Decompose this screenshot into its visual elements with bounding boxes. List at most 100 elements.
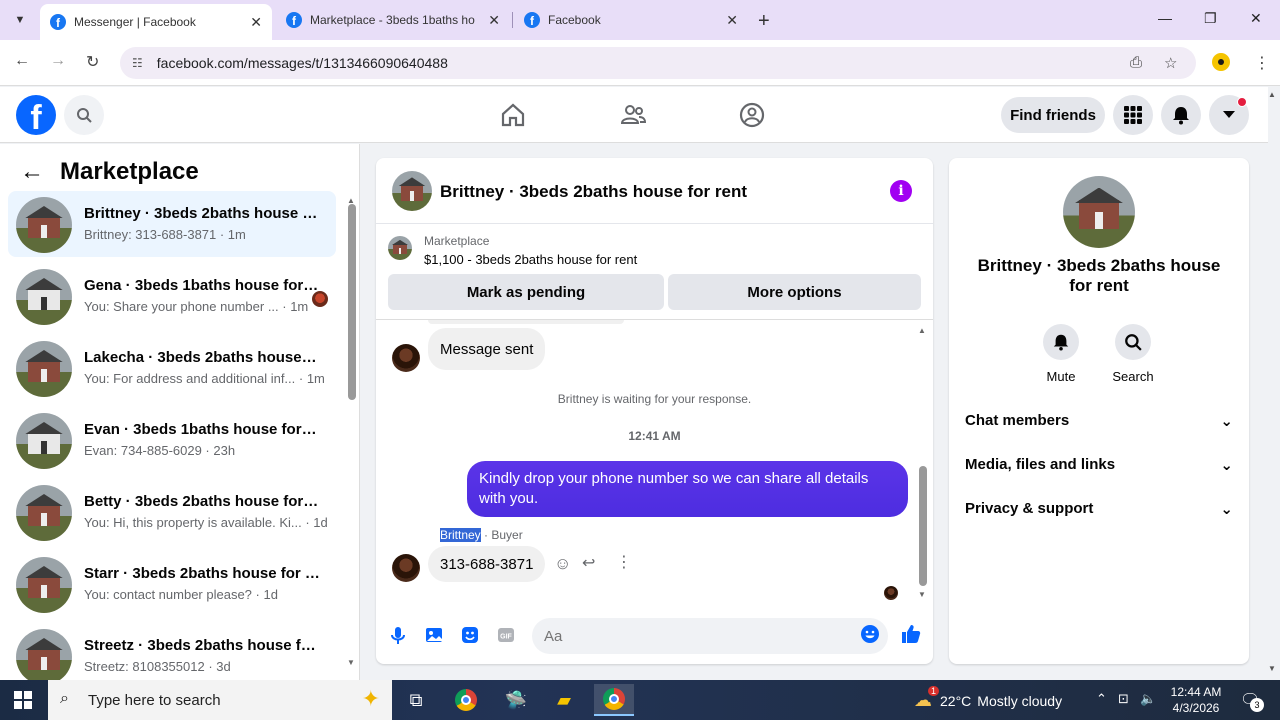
reload-icon[interactable]: ↻	[86, 52, 99, 72]
chat-title[interactable]: Brittney · 3beds 2baths house for rent	[440, 182, 747, 202]
page-scroll-up-icon[interactable]: ▲	[1268, 90, 1276, 99]
media-files-section[interactable]: Media, files and links ⌄	[965, 456, 1233, 474]
tab-messenger[interactable]: f Messenger | Facebook ✕	[40, 4, 272, 40]
emoji-icon[interactable]	[860, 624, 880, 644]
back-arrow-icon[interactable]: ←	[20, 158, 44, 186]
microphone-icon[interactable]	[388, 625, 408, 645]
reply-icon[interactable]: ↩	[582, 553, 595, 573]
url-bar[interactable]: ☷ facebook.com/messages/t/13134660906404…	[120, 47, 1196, 79]
conversation-item-evan[interactable]: Evan · 3beds 1baths house for rent Evan:…	[8, 407, 336, 473]
minimize-icon[interactable]: —	[1158, 10, 1172, 26]
browser-menu-icon[interactable]: ⋮	[1254, 53, 1270, 73]
taskbar-clock[interactable]: 12:44 AM 4/3/2026	[1160, 684, 1232, 716]
conversation-preview: Brittney: 313-688-3871 · 1m	[84, 227, 246, 242]
conversation-item-gena[interactable]: Gena · 3beds 1baths house for rent You: …	[8, 263, 336, 329]
chrome-profile-icon[interactable]	[446, 684, 486, 716]
find-friends-button[interactable]: Find friends	[1001, 97, 1105, 133]
chat-scrollbar[interactable]: ▲ ▼	[918, 326, 928, 599]
message-bubble-incoming[interactable]: Message sent	[428, 328, 546, 370]
gif-icon[interactable]: GIF	[496, 625, 516, 645]
menu-grid-button[interactable]	[1113, 95, 1153, 135]
avatar[interactable]	[392, 344, 420, 372]
waiting-notice: Brittney is waiting for your response.	[557, 392, 752, 406]
avatar[interactable]	[392, 554, 420, 582]
conversation-item-lakecha[interactable]: Lakecha · 3beds 2baths house for rent Yo…	[8, 335, 336, 401]
message-input[interactable]	[532, 618, 888, 654]
conversation-item-brittney[interactable]: Brittney · 3beds 2baths house for rent B…	[8, 191, 336, 257]
page-scroll-down-icon[interactable]: ▼	[1268, 664, 1276, 673]
search-icon: ⌕	[60, 690, 69, 707]
info-icon[interactable]: i	[890, 180, 912, 202]
site-info-icon[interactable]: ☷	[132, 56, 143, 70]
scrollbar-thumb[interactable]	[919, 466, 927, 586]
network-icon[interactable]: ⊡	[1118, 691, 1129, 707]
more-options-button[interactable]: More options	[668, 274, 921, 310]
back-icon[interactable]: ←	[14, 52, 30, 70]
install-app-icon[interactable]: ⎙	[1130, 54, 1142, 71]
home-icon[interactable]	[499, 101, 527, 129]
scroll-up-icon[interactable]: ▲	[918, 326, 926, 335]
conversation-preview: Evan: 734-885-6029 · 23h	[84, 443, 236, 458]
tab-title: Marketplace - 3beds 1baths ho	[310, 13, 475, 27]
chevron-up-icon[interactable]: ⌃	[1096, 691, 1107, 707]
scroll-down-icon[interactable]: ▼	[918, 590, 926, 599]
search-conversation-button[interactable]: Search	[1103, 324, 1163, 384]
notification-center-icon[interactable]: 🗨3	[1240, 690, 1264, 712]
facebook-favicon-icon: f	[50, 14, 66, 30]
more-actions-icon[interactable]: ⋮	[616, 552, 632, 572]
close-icon[interactable]: ✕	[726, 12, 738, 29]
close-icon[interactable]: ✕	[488, 12, 500, 29]
previous-bubble-edge	[428, 320, 624, 324]
avatar[interactable]	[392, 171, 432, 211]
tab-facebook[interactable]: f Facebook ✕	[514, 4, 748, 36]
avatar	[16, 557, 72, 613]
new-tab-button[interactable]: +	[758, 10, 770, 33]
restore-icon[interactable]: ❐	[1204, 10, 1217, 27]
windows-start-icon[interactable]	[14, 691, 32, 709]
tab-marketplace[interactable]: f Marketplace - 3beds 1baths ho ✕	[276, 4, 510, 36]
task-view-icon[interactable]: ⧉	[396, 684, 436, 716]
chrome-active-icon[interactable]	[594, 684, 634, 716]
privacy-support-section[interactable]: Privacy & support ⌄	[965, 500, 1233, 518]
listing-description[interactable]: $1,100 - 3beds 2baths house for rent	[424, 252, 637, 267]
section-label: Privacy & support	[965, 500, 1094, 517]
conversation-item-betty[interactable]: Betty · 3beds 2baths house for rent You:…	[8, 479, 336, 545]
notifications-button[interactable]	[1161, 95, 1201, 135]
mark-as-pending-button[interactable]: Mark as pending	[388, 274, 664, 310]
details-title: Brittney · 3beds 2baths house for rent	[977, 256, 1221, 295]
bell-icon	[1173, 107, 1189, 125]
extension-icon[interactable]	[1212, 53, 1230, 71]
react-icon[interactable]: ☺	[554, 554, 571, 574]
groups-icon[interactable]	[738, 101, 766, 129]
bookmark-star-icon[interactable]: ☆	[1164, 54, 1177, 72]
scrollbar-thumb[interactable]	[348, 204, 356, 400]
chevron-down-icon: ⌄	[1220, 457, 1233, 474]
file-explorer-icon[interactable]: ▰	[544, 684, 584, 716]
message-bubble-incoming[interactable]: 313-688-3871	[428, 546, 546, 582]
volume-icon[interactable]: 🔈	[1140, 691, 1156, 707]
taskbar-search[interactable]: ⌕ Type here to search ✦	[48, 680, 392, 720]
message-bubble-outgoing[interactable]: Kindly drop your phone number so we can …	[467, 461, 908, 517]
window-close-icon[interactable]: ✕	[1250, 10, 1262, 27]
scroll-down-icon[interactable]: ▼	[347, 658, 355, 667]
sidebar-scrollbar[interactable]: ▲ ▼	[347, 196, 357, 668]
avatar[interactable]	[1063, 176, 1135, 248]
windows-taskbar: ⌕ Type here to search ✦ ⧉ 🛸 ▰ ☁ 1 22°C M…	[0, 680, 1280, 720]
forward-icon[interactable]: →	[50, 52, 66, 70]
search-button[interactable]	[64, 95, 104, 135]
sticker-icon[interactable]	[460, 625, 480, 645]
message-timestamp: 12:41 AM	[628, 429, 681, 443]
weather-widget[interactable]: ☁ 1 22°C Mostly cloudy	[914, 686, 1062, 711]
facebook-logo-icon[interactable]: f	[16, 95, 56, 135]
chat-members-section[interactable]: Chat members ⌄	[965, 412, 1233, 430]
facebook-favicon-icon: f	[286, 12, 302, 28]
conversation-item-starr[interactable]: Starr · 3beds 2baths house for rent You:…	[8, 551, 336, 617]
mute-button[interactable]: Mute	[1031, 324, 1091, 384]
close-icon[interactable]: ✕	[250, 14, 262, 31]
friends-icon[interactable]	[619, 101, 647, 129]
sidebar-header: ← Marketplace	[20, 158, 199, 186]
tab-search-chevron-icon[interactable]: ▼	[8, 8, 32, 32]
thumbs-up-icon[interactable]	[900, 623, 922, 645]
app-icon[interactable]: 🛸	[496, 684, 536, 716]
photo-icon[interactable]	[424, 625, 444, 645]
